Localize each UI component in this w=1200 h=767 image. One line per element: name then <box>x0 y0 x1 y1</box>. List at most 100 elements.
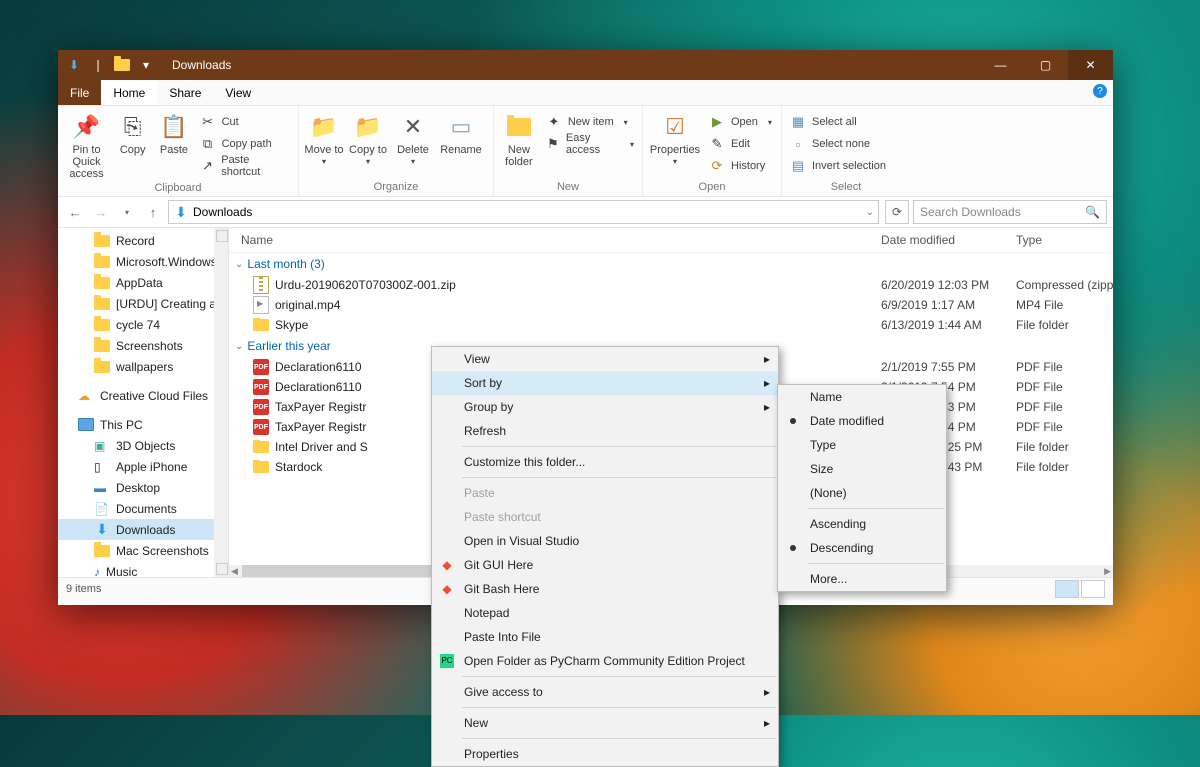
file-name: TaxPayer Registr <box>275 420 366 434</box>
tree-item[interactable]: ▬Desktop <box>58 477 228 498</box>
menu-item[interactable]: Customize this folder... <box>432 450 778 474</box>
tree-item[interactable]: ▯Apple iPhone <box>58 456 228 477</box>
details-view-button[interactable] <box>1055 580 1079 598</box>
file-type: Compressed (zipp… <box>1016 278 1113 292</box>
menu-item[interactable]: ◆Git Bash Here <box>432 577 778 601</box>
tree-item[interactable]: 📄Documents <box>58 498 228 519</box>
chevron-down-icon[interactable]: ⌄ <box>866 207 874 218</box>
copy-button[interactable]: ⎘Copy <box>113 108 152 156</box>
invert-selection-button[interactable]: ▤Invert selection <box>786 156 890 176</box>
select-none-button[interactable]: ▫Select none <box>786 134 890 154</box>
pin-quick-access-button[interactable]: 📌Pin to Quick access <box>62 108 111 180</box>
column-type[interactable]: Type <box>1016 233 1113 247</box>
tree-item[interactable]: ⬇Downloads <box>58 519 228 540</box>
move-to-button[interactable]: 📁Move to▾ <box>303 108 345 167</box>
close-button[interactable]: ✕ <box>1068 50 1113 80</box>
select-none-icon: ▫ <box>790 136 806 152</box>
file-row[interactable]: Urdu-20190620T070300Z-001.zip6/20/2019 1… <box>229 275 1113 295</box>
menu-item[interactable]: Name <box>778 385 946 409</box>
paste-button[interactable]: 📋Paste <box>154 108 193 156</box>
tab-file[interactable]: File <box>58 80 101 105</box>
forward-button[interactable]: → <box>90 201 112 223</box>
open-button[interactable]: ▶Open▾ <box>705 112 776 132</box>
menu-item[interactable]: Type <box>778 433 946 457</box>
menu-item[interactable]: Size <box>778 457 946 481</box>
tree-item[interactable]: cycle 74 <box>58 314 228 335</box>
tree-item[interactable]: wallpapers <box>58 356 228 377</box>
recent-button[interactable]: ▾ <box>116 201 138 223</box>
address-bar[interactable]: ⬇ Downloads ⌄ <box>168 200 879 224</box>
menu-item[interactable]: Open in Visual Studio <box>432 529 778 553</box>
maximize-button[interactable]: ▢ <box>1023 50 1068 80</box>
tree-item[interactable]: This PC <box>58 414 228 435</box>
column-name[interactable]: Name <box>229 233 881 247</box>
easy-access-button[interactable]: ⚑Easy access▾ <box>542 134 638 154</box>
menu-item[interactable]: ◆Git GUI Here <box>432 553 778 577</box>
tree-item-label: Mac Screenshots <box>116 544 209 558</box>
up-button[interactable]: ↑ <box>142 201 164 223</box>
select-all-button[interactable]: ▦Select all <box>786 112 890 132</box>
tree-scrollbar[interactable] <box>214 228 228 577</box>
menu-item[interactable]: More... <box>778 567 946 591</box>
tree-item[interactable]: Microsoft.WindowsTe <box>58 251 228 272</box>
rename-button[interactable]: ▭Rename <box>437 108 485 156</box>
new-folder-button[interactable]: New folder <box>498 108 540 168</box>
menu-item[interactable]: Properties <box>432 742 778 766</box>
menu-item[interactable]: Sort by▸ <box>432 371 778 395</box>
column-date[interactable]: Date modified <box>881 233 1016 247</box>
tree-item[interactable]: [URDU] Creating a new c <box>58 293 228 314</box>
folder-icon <box>94 340 110 352</box>
tab-share[interactable]: Share <box>157 80 213 105</box>
paste-shortcut-button[interactable]: ↗Paste shortcut <box>196 156 294 176</box>
navigation-tree[interactable]: RecordMicrosoft.WindowsTeAppData[URDU] C… <box>58 228 229 577</box>
edit-button[interactable]: ✎Edit <box>705 134 776 154</box>
properties-button[interactable]: ☑Properties▾ <box>647 108 703 167</box>
file-date: 6/20/2019 12:03 PM <box>881 278 1016 292</box>
window-title: Downloads <box>172 58 231 72</box>
copy-to-button[interactable]: 📁Copy to▾ <box>347 108 389 167</box>
copy-path-button[interactable]: ⧉Copy path <box>196 134 294 154</box>
file-date: 6/13/2019 1:44 AM <box>881 318 1016 332</box>
menu-item[interactable]: PCOpen Folder as PyCharm Community Editi… <box>432 649 778 673</box>
tree-item[interactable]: ▣3D Objects <box>58 435 228 456</box>
tree-item[interactable]: Screenshots <box>58 335 228 356</box>
menu-item[interactable]: View▸ <box>432 347 778 371</box>
menu-item[interactable]: Refresh <box>432 419 778 443</box>
zip-icon <box>253 276 269 294</box>
menu-item[interactable]: Paste Into File <box>432 625 778 649</box>
menu-item-label: Group by <box>464 400 513 414</box>
tab-view[interactable]: View <box>213 80 263 105</box>
tree-item[interactable]: Record <box>58 230 228 251</box>
tree-item[interactable]: ☁Creative Cloud Files <box>58 385 228 406</box>
back-button[interactable]: ← <box>64 201 86 223</box>
menu-item-label: Size <box>810 462 833 476</box>
qat-dropdown-icon[interactable]: ▾ <box>138 57 154 73</box>
minimize-button[interactable]: — <box>978 50 1023 80</box>
file-row[interactable]: Skype6/13/2019 1:44 AMFile folder <box>229 315 1113 335</box>
menu-item[interactable]: Group by▸ <box>432 395 778 419</box>
tree-item[interactable]: Mac Screenshots <box>58 540 228 561</box>
refresh-button[interactable]: ⟳ <box>885 200 909 224</box>
menu-item[interactable]: Date modified <box>778 409 946 433</box>
menu-item[interactable]: Descending <box>778 536 946 560</box>
tab-home[interactable]: Home <box>101 80 157 105</box>
delete-button[interactable]: ✕Delete▾ <box>391 108 435 167</box>
large-icons-view-button[interactable] <box>1081 580 1105 598</box>
status-items: 9 items <box>66 583 101 595</box>
new-item-button[interactable]: ✦New item▾ <box>542 112 638 132</box>
menu-item[interactable]: Ascending <box>778 512 946 536</box>
music-icon: ♪ <box>94 565 100 578</box>
cut-button[interactable]: ✂Cut <box>196 112 294 132</box>
group-header[interactable]: ⌄Last month (3) <box>229 253 1113 275</box>
help-icon[interactable]: ? <box>1093 84 1107 98</box>
menu-item[interactable]: Notepad <box>432 601 778 625</box>
column-headers[interactable]: Name Date modified Type <box>229 228 1113 253</box>
menu-item[interactable]: (None) <box>778 481 946 505</box>
search-input[interactable]: Search Downloads 🔍 <box>913 200 1107 224</box>
tree-item[interactable]: AppData <box>58 272 228 293</box>
menu-item[interactable]: Give access to▸ <box>432 680 778 704</box>
file-row[interactable]: original.mp46/9/2019 1:17 AMMP4 File <box>229 295 1113 315</box>
history-button[interactable]: ⟳History <box>705 156 776 176</box>
menu-item-label: Properties <box>464 747 519 761</box>
tree-item[interactable]: ♪Music <box>58 561 228 577</box>
